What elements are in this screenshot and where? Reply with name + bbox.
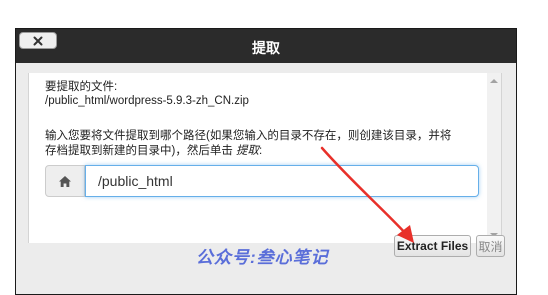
extract-files-button[interactable]: Extract Files [394,235,471,257]
dialog-content: 要提取的文件: /public_html/wordpress-5.9.3-zh_… [28,73,502,243]
dialog-titlebar: 提取 [16,29,516,63]
instruction-suffix: : [259,145,263,157]
home-addon [45,165,85,197]
instruction-action: 提取 [236,145,260,157]
scroll-up-arrow-icon[interactable] [490,79,498,83]
scrollbar[interactable] [487,73,501,243]
instruction-text: 存档提取到新建的目录中)，然后单击 [45,145,237,157]
path-input-group [45,165,479,197]
dialog-title: 提取 [252,40,280,56]
file-label: 要提取的文件: [45,81,118,93]
path-input[interactable] [85,165,479,197]
home-icon [59,175,71,187]
cancel-button[interactable]: 取消 [476,235,505,257]
watermark: 公众号:叁心笔记 [196,248,329,267]
instruction-line-1: 输入您要将文件提取到哪个路径(如果您输入的目录不存在，则创建该目录，并将 [45,130,452,142]
extract-dialog: 提取 要提取的文件: /public_html/wordpress-5.9.3-… [15,28,517,295]
file-path: /public_html/wordpress-5.9.3-zh_CN.zip [45,95,249,107]
instruction-line-2: 存档提取到新建的目录中)，然后单击 提取: [45,144,262,158]
